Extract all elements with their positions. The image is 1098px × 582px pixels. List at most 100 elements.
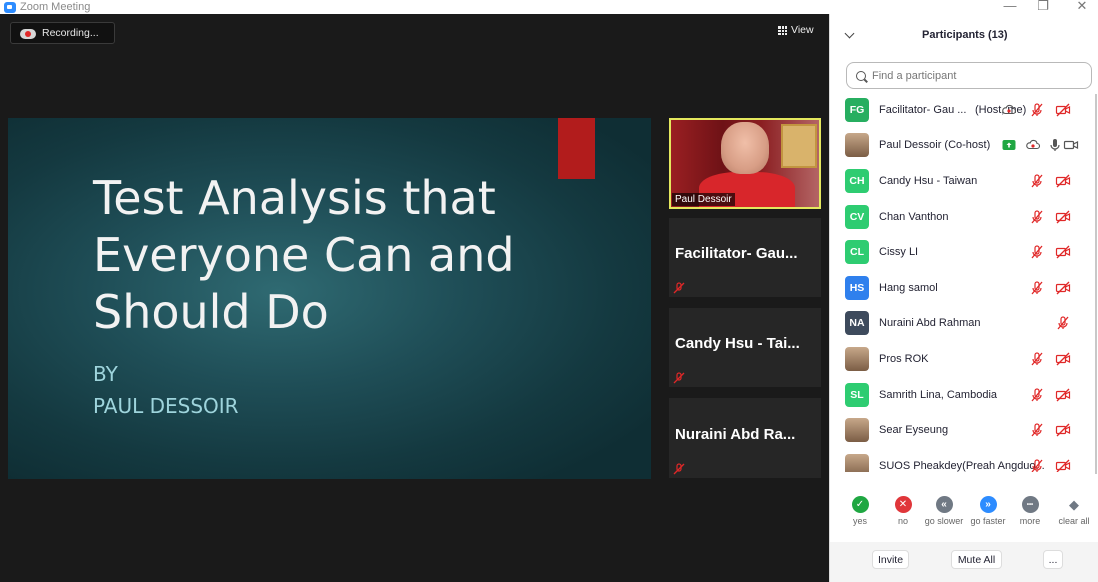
mic-off-icon <box>673 282 685 294</box>
ellipsis-icon: ••• <box>1021 496 1039 513</box>
participant-name: Cissy LI <box>879 246 919 259</box>
participant-row[interactable]: HS Hang samol <box>830 270 1098 306</box>
reaction-go-faster-button[interactable]: » go faster <box>966 496 1010 526</box>
search-input[interactable]: Find a participant <box>872 70 956 82</box>
recording-label: Recording... <box>42 27 99 39</box>
share-screen-icon[interactable] <box>1001 137 1017 153</box>
tile-name: Nuraini Abd Ra... <box>675 426 796 443</box>
reaction-bar: ✓ yes ✕ no « go slower » go faster ••• more ◆ clear… <box>830 496 1098 536</box>
rewind-icon: « <box>935 496 953 513</box>
reaction-go-slower-button[interactable]: « go slower <box>922 496 966 526</box>
participant-row[interactable]: CH Candy Hsu - Taiwan <box>830 163 1098 199</box>
video-off-icon[interactable] <box>1055 422 1071 438</box>
cloud-record-icon[interactable] <box>1025 137 1041 153</box>
avatar <box>845 133 869 158</box>
reaction-yes-button[interactable]: ✓ yes <box>838 496 882 526</box>
mic-on-icon[interactable] <box>1047 137 1063 153</box>
recording-indicator[interactable]: Recording... <box>10 22 115 44</box>
window-title: Zoom Meeting <box>20 1 91 13</box>
participant-search[interactable]: Find a participant <box>846 62 1092 89</box>
participant-row[interactable]: Sear Eyseung <box>830 412 1098 448</box>
video-off-icon[interactable] <box>1055 173 1071 189</box>
mic-off-icon <box>673 463 685 475</box>
video-off-icon[interactable] <box>1055 280 1071 296</box>
reaction-clear-all-button[interactable]: ◆ clear all <box>1052 496 1096 527</box>
more-options-button[interactable]: ... <box>1043 550 1063 569</box>
reaction-label: go faster <box>970 516 1006 526</box>
reaction-no-button[interactable]: ✕ no <box>881 496 925 526</box>
mic-off-icon[interactable] <box>1029 422 1045 438</box>
video-off-icon[interactable] <box>1055 244 1071 260</box>
mute-all-button[interactable]: Mute All <box>951 550 1002 569</box>
cloud-record-icon <box>20 28 36 39</box>
participants-panel: Participants (13) Find a participant FG F… <box>829 14 1098 582</box>
scrollbar[interactable] <box>1095 94 1097 474</box>
participant-name: Paul Dessoir (Co-host) <box>879 139 991 152</box>
mic-off-icon[interactable] <box>1029 209 1045 225</box>
restore-icon[interactable]: ❐ <box>1033 0 1053 14</box>
participant-row[interactable]: FG Facilitator- Gau ... (Host, me) <box>830 92 1098 128</box>
video-on-icon[interactable] <box>1063 137 1079 153</box>
participant-name: Candy Hsu - Taiwan <box>879 174 978 187</box>
mic-off-icon[interactable] <box>1029 173 1045 189</box>
mic-off-icon[interactable] <box>1029 458 1045 472</box>
video-off-icon[interactable] <box>1055 351 1071 367</box>
avatar: CH <box>845 168 869 193</box>
participant-name: Chan Vanthon <box>879 210 949 223</box>
panel-footer: Invite Mute All ... <box>830 542 1098 582</box>
chevron-down-icon[interactable] <box>844 28 855 39</box>
avatar: NA <box>845 311 869 336</box>
mic-off-icon[interactable] <box>1029 387 1045 403</box>
invite-button[interactable]: Invite <box>872 550 909 569</box>
view-button[interactable]: View <box>778 24 814 36</box>
participant-name: Hang samol <box>879 281 938 294</box>
participant-row[interactable]: SL Samrith Lina, Cambodia <box>830 377 1098 413</box>
grid-view-icon <box>778 25 787 35</box>
mic-off-icon[interactable] <box>1029 280 1045 296</box>
fast-forward-icon: » <box>979 496 997 513</box>
check-icon: ✓ <box>851 496 869 513</box>
reaction-label: clear all <box>1058 516 1090 526</box>
video-off-icon[interactable] <box>1055 209 1071 225</box>
zoom-app-icon <box>4 1 16 13</box>
video-off-icon[interactable] <box>1055 458 1071 472</box>
view-label: View <box>791 24 814 36</box>
participant-row[interactable]: SUOS Pheakdey(Preah Angduo... <box>830 448 1098 472</box>
participant-row[interactable]: Paul Dessoir (Co-host) <box>830 128 1098 164</box>
video-tile-facilitator[interactable]: Facilitator- Gau... <box>669 218 821 297</box>
avatar: CV <box>845 204 869 229</box>
video-tile-nuraini[interactable]: Nuraini Abd Ra... <box>669 398 821 478</box>
participant-name: SUOS Pheakdey(Preah Angduo... <box>879 459 1045 472</box>
tile-name: Candy Hsu - Tai... <box>675 335 800 352</box>
video-off-icon[interactable] <box>1055 102 1071 118</box>
reaction-label: yes <box>852 516 867 526</box>
reaction-label: more <box>1019 516 1041 526</box>
mic-off-icon[interactable] <box>1029 102 1045 118</box>
slide-title: Test Analysis that Everyone Can and Shou… <box>93 171 515 339</box>
speaker-head <box>721 122 769 174</box>
mic-off-icon[interactable] <box>1029 244 1045 260</box>
participant-row[interactable]: Pros ROK <box>830 341 1098 377</box>
participant-row[interactable]: NA Nuraini Abd Rahman <box>830 306 1098 342</box>
mic-off-icon[interactable] <box>1029 351 1045 367</box>
video-tile-candy-hsu[interactable]: Candy Hsu - Tai... <box>669 308 821 387</box>
participant-row[interactable]: CL Cissy LI <box>830 234 1098 270</box>
close-icon[interactable]: ✕ <box>1072 0 1092 14</box>
video-off-icon[interactable] <box>1055 387 1071 403</box>
participant-name: Pros ROK <box>879 352 929 365</box>
participant-name: Facilitator- Gau ... <box>879 103 967 116</box>
panel-title: Participants (13) <box>922 29 1008 41</box>
participant-row[interactable]: CV Chan Vanthon <box>830 199 1098 235</box>
cloud-record-icon[interactable] <box>1001 102 1017 118</box>
mic-off-icon[interactable] <box>1055 315 1071 331</box>
x-icon: ✕ <box>894 496 912 513</box>
minimize-icon[interactable]: — <box>1000 0 1020 13</box>
video-tile-paul-dessoir[interactable]: Paul Dessoir <box>669 118 821 209</box>
panel-header: Participants (13) <box>830 14 1098 54</box>
slide-by: BY <box>93 362 118 386</box>
search-icon <box>856 70 866 81</box>
eraser-icon: ◆ <box>1069 496 1079 512</box>
slide-author: PAUL DESSOIR <box>93 394 239 418</box>
reaction-more-button[interactable]: ••• more <box>1008 496 1052 526</box>
window-titlebar: Zoom Meeting — ❐ ✕ <box>0 0 1098 14</box>
